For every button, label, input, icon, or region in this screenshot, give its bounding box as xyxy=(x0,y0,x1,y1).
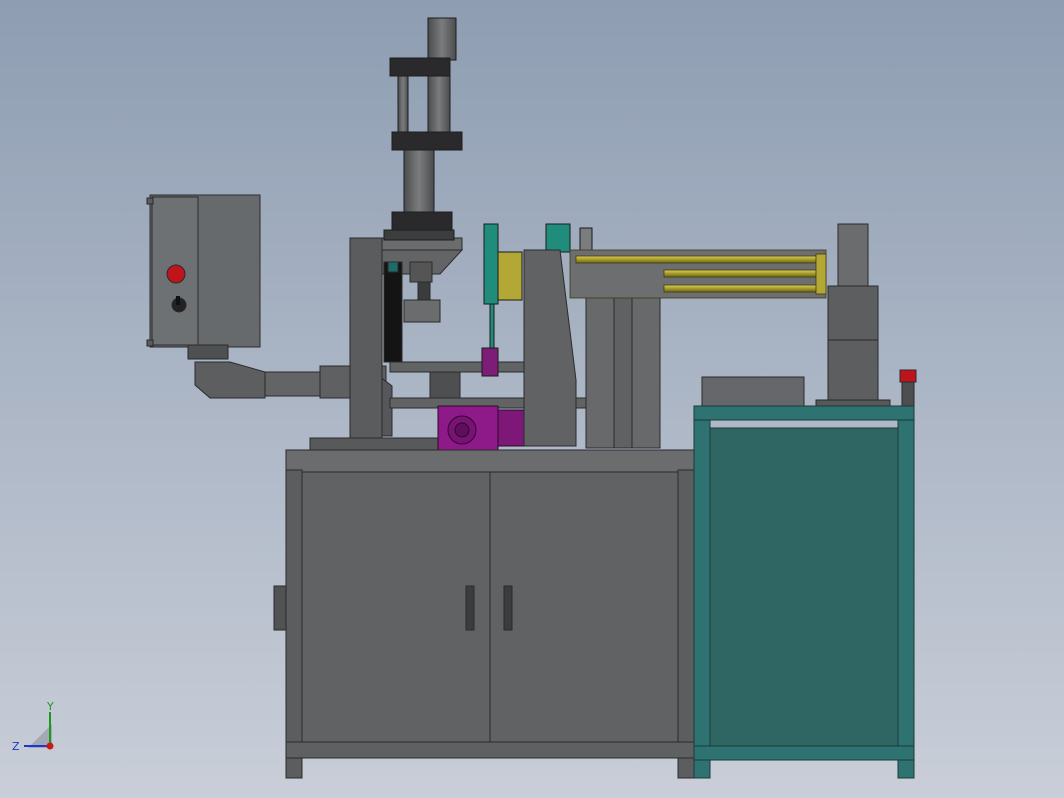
right-post xyxy=(815,223,891,409)
control-box xyxy=(146,194,261,360)
electrical-cabinet xyxy=(693,405,915,779)
servo-motor xyxy=(437,405,527,451)
cabinet-door-right[interactable] xyxy=(489,471,679,743)
door-handle-right[interactable] xyxy=(503,585,513,631)
junction-box xyxy=(701,376,805,408)
machine-model: Y Z xyxy=(12,17,917,779)
door-handle-left[interactable] xyxy=(465,585,475,631)
linear-guide-rods xyxy=(569,249,827,299)
side-handle[interactable] xyxy=(273,585,287,631)
cad-viewport[interactable]: Y Z xyxy=(0,0,1064,798)
gusset-plate xyxy=(523,249,577,447)
z-axis-label: Z xyxy=(12,740,20,753)
y-axis-label: Y xyxy=(46,700,54,713)
pneumatic-cylinder xyxy=(383,17,463,241)
emergency-stop-red-button[interactable] xyxy=(166,264,186,284)
red-stack-light-icon xyxy=(899,369,917,407)
cabinet-door-left[interactable] xyxy=(301,471,491,743)
electrical-cabinet-door[interactable] xyxy=(709,427,899,747)
axis-triad-icon: Y Z xyxy=(12,700,54,753)
main-cabinet xyxy=(273,449,695,779)
column-assembly xyxy=(585,275,661,449)
